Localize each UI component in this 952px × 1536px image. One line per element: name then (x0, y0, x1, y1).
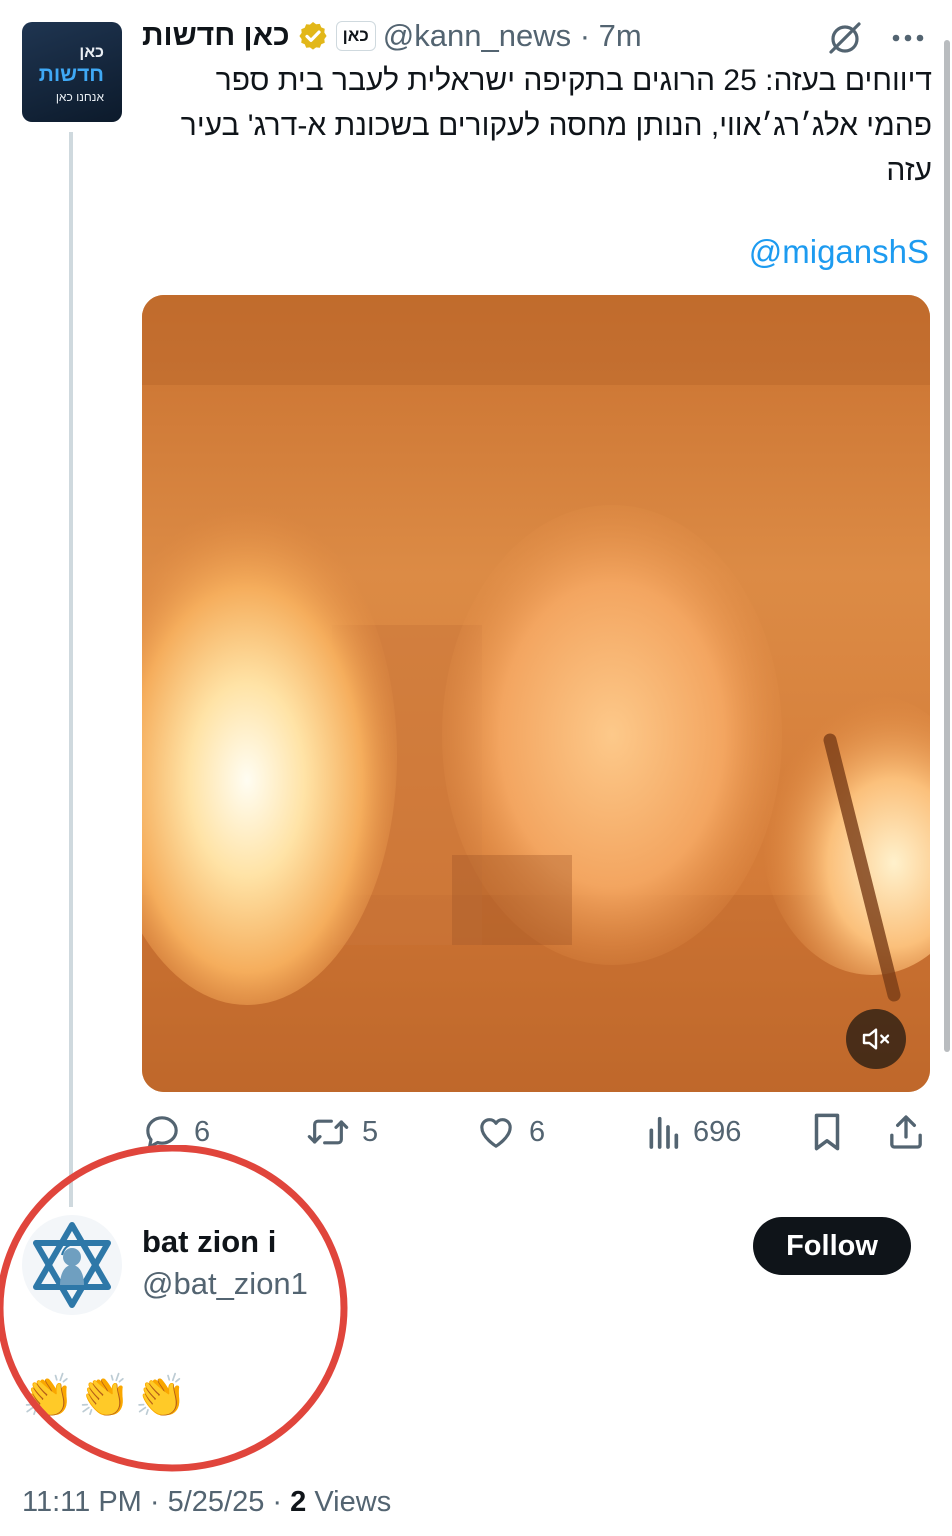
video-frame-fire (142, 295, 930, 1092)
tweet-text: דיווחים בעזה: 25 הרוגים בתקיפה ישראלית ל… (180, 64, 932, 187)
thread-connector-line (69, 132, 73, 1207)
author-display-name[interactable]: כאן חדשות (142, 19, 290, 53)
tweet-video[interactable] (142, 295, 930, 1092)
author-handle[interactable]: @kann_news (383, 18, 571, 53)
bookmark-icon (814, 1113, 840, 1151)
reply-date[interactable]: 5/25/25 (168, 1486, 265, 1518)
mute-icon (862, 1028, 890, 1050)
avatar-line-2: חדשות (38, 63, 104, 86)
scrollbar[interactable] (944, 40, 950, 1052)
mention-link[interactable]: @miganshS (749, 233, 929, 271)
follow-button[interactable]: Follow (753, 1217, 911, 1275)
tweet-header: כאן חדשות כאן @kann_news · 7m (142, 14, 642, 58)
reply-views-count: 2 (290, 1486, 307, 1518)
kann-avatar[interactable]: כאן חדשות אנחנו כאן (22, 22, 122, 122)
avatar-line-1: כאן (79, 44, 104, 61)
affiliate-badge[interactable]: כאן (335, 21, 376, 51)
like-count: 6 (529, 1115, 546, 1148)
bookmark-action[interactable] (808, 1110, 846, 1154)
reply-count: 6 (194, 1115, 211, 1148)
reply-views-label: Views (314, 1486, 392, 1518)
like-action[interactable]: 6 (475, 1110, 545, 1154)
share-icon (890, 1115, 922, 1149)
grok-icon[interactable] (825, 18, 865, 58)
reply-time[interactable]: 11:11 PM (22, 1486, 142, 1518)
author-handle-line: @kann_news · 7m (382, 18, 642, 53)
reply-timestamp-line: 11:11 PM · 5/25/25 · 2 Views (22, 1486, 392, 1518)
views-icon (649, 1116, 679, 1149)
repost-count: 5 (362, 1115, 379, 1148)
views-count: 696 (693, 1115, 742, 1148)
time-ago[interactable]: 7m (599, 18, 642, 53)
share-action[interactable] (886, 1110, 926, 1154)
views-action[interactable]: 696 (645, 1110, 741, 1154)
avatar-line-3: אנחנו כאן (55, 90, 104, 104)
more-icon[interactable] (888, 24, 928, 52)
like-icon (480, 1118, 512, 1148)
mute-button[interactable] (846, 1009, 906, 1069)
red-annotation-circle (0, 1145, 348, 1472)
verified-badge-icon (299, 22, 327, 50)
